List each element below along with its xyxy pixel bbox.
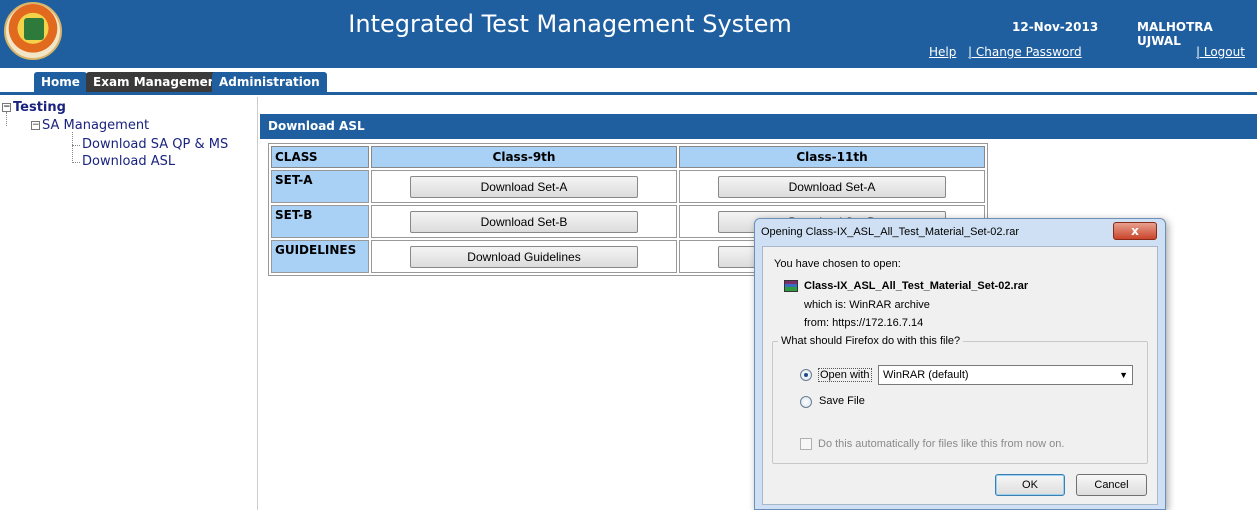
panel-title: Download ASL <box>260 114 1257 139</box>
collapse-icon[interactable]: − <box>31 121 40 130</box>
tree-node-sa-management[interactable]: − SA Management <box>31 118 149 133</box>
application-select-value: WinRAR (default) <box>883 369 969 381</box>
help-link[interactable]: Help <box>929 45 956 59</box>
sidebar: − Testing − SA Management Download SA QP &… <box>0 97 258 510</box>
column-header: Class-9th <box>371 146 677 168</box>
close-icon[interactable]: x <box>1113 222 1157 240</box>
row-label: SET-A <box>271 170 369 203</box>
ok-button[interactable]: OK <box>995 474 1065 496</box>
dialog-title: Opening Class-IX_ASL_All_Test_Material_S… <box>761 226 1020 238</box>
tree-root-testing[interactable]: − Testing <box>2 100 66 115</box>
chevron-down-icon: ▼ <box>1119 370 1128 380</box>
sidebar-item-download-asl[interactable]: Download ASL <box>82 154 175 169</box>
tab-home[interactable]: Home <box>34 72 87 92</box>
save-file-label[interactable]: Save File <box>819 395 865 407</box>
user-name: MALHOTRA UJWAL <box>1137 20 1213 48</box>
main-nav: Home Exam Management Administration <box>0 68 1257 95</box>
download-guidelines-9-button[interactable]: Download Guidelines <box>410 245 638 268</box>
logout-link[interactable]: | Logout <box>1196 45 1245 59</box>
auto-action-checkbox[interactable] <box>800 438 812 450</box>
current-date: 12-Nov-2013 <box>1012 20 1099 34</box>
open-with-radio[interactable] <box>800 369 812 381</box>
column-header: Class-11th <box>679 146 985 168</box>
tab-administration[interactable]: Administration <box>212 72 327 92</box>
app-title: Integrated Test Management System <box>348 10 792 38</box>
application-select[interactable]: WinRAR (default) ▼ <box>878 365 1133 385</box>
download-set-b-9-button[interactable]: Download Set-B <box>410 210 638 233</box>
chosen-label: You have chosen to open: <box>774 258 901 270</box>
sidebar-item-download-sa-qp[interactable]: Download SA QP & MS <box>82 137 228 152</box>
auto-action-label: Do this automatically for files like thi… <box>818 438 1065 450</box>
download-set-a-9-button[interactable]: Download Set-A <box>410 175 638 198</box>
tree-node-label: SA Management <box>42 118 150 133</box>
file-type: which is: WinRAR archive <box>804 299 930 311</box>
open-with-label[interactable]: Open with <box>818 368 872 382</box>
cancel-button[interactable]: Cancel <box>1076 474 1147 496</box>
table-header-row: CLASS Class-9th Class-11th <box>271 146 985 168</box>
tab-exam-management[interactable]: Exam Management <box>86 72 230 92</box>
winrar-archive-icon <box>784 280 798 292</box>
save-file-radio[interactable] <box>800 396 812 408</box>
row-label: GUIDELINES <box>271 240 369 273</box>
table-row: SET-A Download Set-A Download Set-A <box>271 170 985 203</box>
file-source: from: https://172.16.7.14 <box>804 317 924 329</box>
app-header: Integrated Test Management System 12-Nov… <box>0 0 1257 68</box>
file-name: Class-IX_ASL_All_Test_Material_Set-02.ra… <box>804 280 1029 292</box>
column-header: CLASS <box>271 146 369 168</box>
download-dialog: Opening Class-IX_ASL_All_Test_Material_S… <box>754 218 1166 510</box>
tree-root-label: Testing <box>13 100 66 115</box>
dialog-body: You have chosen to open: Class-IX_ASL_Al… <box>762 246 1158 505</box>
row-label: SET-B <box>271 205 369 238</box>
action-question: What should Firefox do with this file? <box>778 335 964 347</box>
collapse-icon[interactable]: − <box>2 103 11 112</box>
download-set-a-11-button[interactable]: Download Set-A <box>718 175 946 198</box>
change-password-link[interactable]: | Change Password <box>968 45 1082 59</box>
